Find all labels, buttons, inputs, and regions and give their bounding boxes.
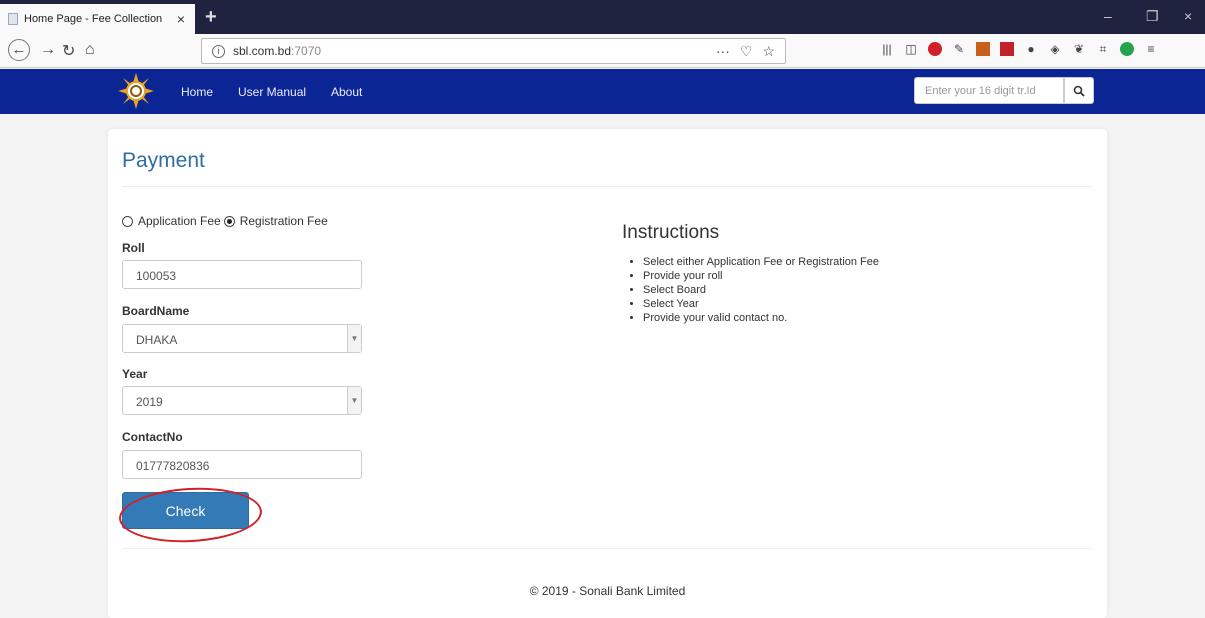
extension-red-icon[interactable] [1000, 42, 1014, 56]
registration-fee-label[interactable]: Registration Fee [240, 214, 328, 228]
browser-toolbar: ← → ↻ ⌂ i sbl.com.bd:7070 ··· ♡ ☆ ||| ◫ … [0, 34, 1205, 68]
extension-diamond-icon[interactable]: ◈ [1048, 42, 1062, 56]
application-fee-label[interactable]: Application Fee [138, 214, 221, 228]
extension-puzzle-icon[interactable]: ❦ [1072, 42, 1086, 56]
year-select[interactable]: 2019 ▼ [122, 386, 362, 415]
site-header: Home User Manual About Enter your 16 dig… [0, 69, 1205, 114]
board-name-label: BoardName [122, 304, 190, 318]
check-button[interactable]: Check [122, 492, 249, 529]
payment-panel: Payment Application Fee Registration Fee… [108, 129, 1107, 618]
instruction-item: Provide your valid contact no. [643, 311, 879, 325]
footer-divider [122, 548, 1093, 549]
url-port: :7070 [291, 44, 322, 58]
library-icon[interactable]: ||| [880, 42, 894, 56]
reload-icon[interactable]: ↻ [62, 41, 75, 61]
roll-input[interactable]: 100053 [122, 260, 362, 289]
close-window-button[interactable]: × [1184, 8, 1192, 24]
year-label: Year [122, 367, 148, 381]
page-actions-icon[interactable]: ··· [716, 43, 730, 60]
instruction-item: Select Board [643, 283, 879, 297]
page-favicon-icon [8, 13, 18, 25]
chevron-down-icon[interactable]: ▼ [347, 387, 361, 414]
page-title: Payment [122, 149, 205, 172]
back-button[interactable]: ← [8, 39, 30, 61]
board-name-select[interactable]: DHAKA ▼ [122, 324, 362, 353]
crop-icon[interactable]: ⌗ [1096, 42, 1110, 56]
application-fee-radio[interactable] [122, 215, 133, 227]
tab-close-icon[interactable]: × [177, 11, 185, 27]
roll-label: Roll [122, 241, 145, 255]
sonali-bank-logo[interactable] [118, 73, 154, 109]
minimize-button[interactable]: – [1104, 8, 1112, 24]
instructions-list: Select either Application Fee or Registr… [638, 255, 879, 325]
eyedropper-icon[interactable]: ✎ [952, 42, 966, 56]
nav-user-manual-link[interactable]: User Manual [238, 85, 306, 99]
registration-fee-radio[interactable] [223, 215, 235, 227]
info-icon[interactable]: i [212, 44, 225, 58]
adblock-icon[interactable] [928, 42, 942, 56]
nav-home-link[interactable]: Home [181, 85, 213, 99]
new-tab-button[interactable]: + [205, 6, 217, 29]
tab-title: Home Page - Fee Collection [24, 13, 163, 25]
search-button[interactable] [1064, 77, 1094, 104]
title-divider [122, 186, 1093, 187]
contact-no-label: ContactNo [122, 430, 183, 444]
browser-tab[interactable]: Home Page - Fee Collection × [0, 4, 195, 34]
search-icon [1073, 85, 1085, 97]
extension-globe-icon[interactable]: ● [1024, 42, 1038, 56]
url-host: sbl.com.bd [233, 44, 292, 58]
forward-button[interactable]: → [40, 41, 56, 59]
maximize-button[interactable]: ❐ [1146, 8, 1159, 25]
instruction-item: Select either Application Fee or Registr… [643, 255, 879, 269]
board-name-value: DHAKA [136, 333, 178, 347]
pocket-icon[interactable]: ♡ [740, 43, 753, 60]
nav-about-link[interactable]: About [331, 85, 362, 99]
footer-copyright: © 2019 - Sonali Bank Limited [529, 584, 686, 598]
bookmark-star-icon[interactable]: ☆ [762, 43, 775, 60]
fee-type-radio-group: Application Fee Registration Fee [122, 214, 328, 228]
chevron-down-icon[interactable]: ▼ [347, 325, 361, 352]
sidebar-icon[interactable]: ◫ [904, 42, 918, 56]
extension-icons: ||| ◫ ✎ ● ◈ ❦ ⌗ ≡ [880, 42, 1158, 56]
menu-icon[interactable]: ≡ [1144, 42, 1158, 56]
transaction-id-input[interactable]: Enter your 16 digit tr.Id [914, 77, 1064, 104]
url-bar[interactable]: i sbl.com.bd:7070 ··· ♡ ☆ [201, 38, 786, 64]
year-value: 2019 [136, 395, 163, 409]
home-icon[interactable]: ⌂ [85, 41, 95, 59]
grammarly-icon[interactable] [1120, 42, 1134, 56]
instruction-item: Select Year [643, 297, 879, 311]
extension-orange-icon[interactable] [976, 42, 990, 56]
instructions-title: Instructions [622, 222, 720, 243]
instruction-item: Provide your roll [643, 269, 879, 283]
browser-tab-bar: Home Page - Fee Collection × + – ❐ × [0, 0, 1205, 34]
contact-no-input[interactable]: 01777820836 [122, 450, 362, 479]
